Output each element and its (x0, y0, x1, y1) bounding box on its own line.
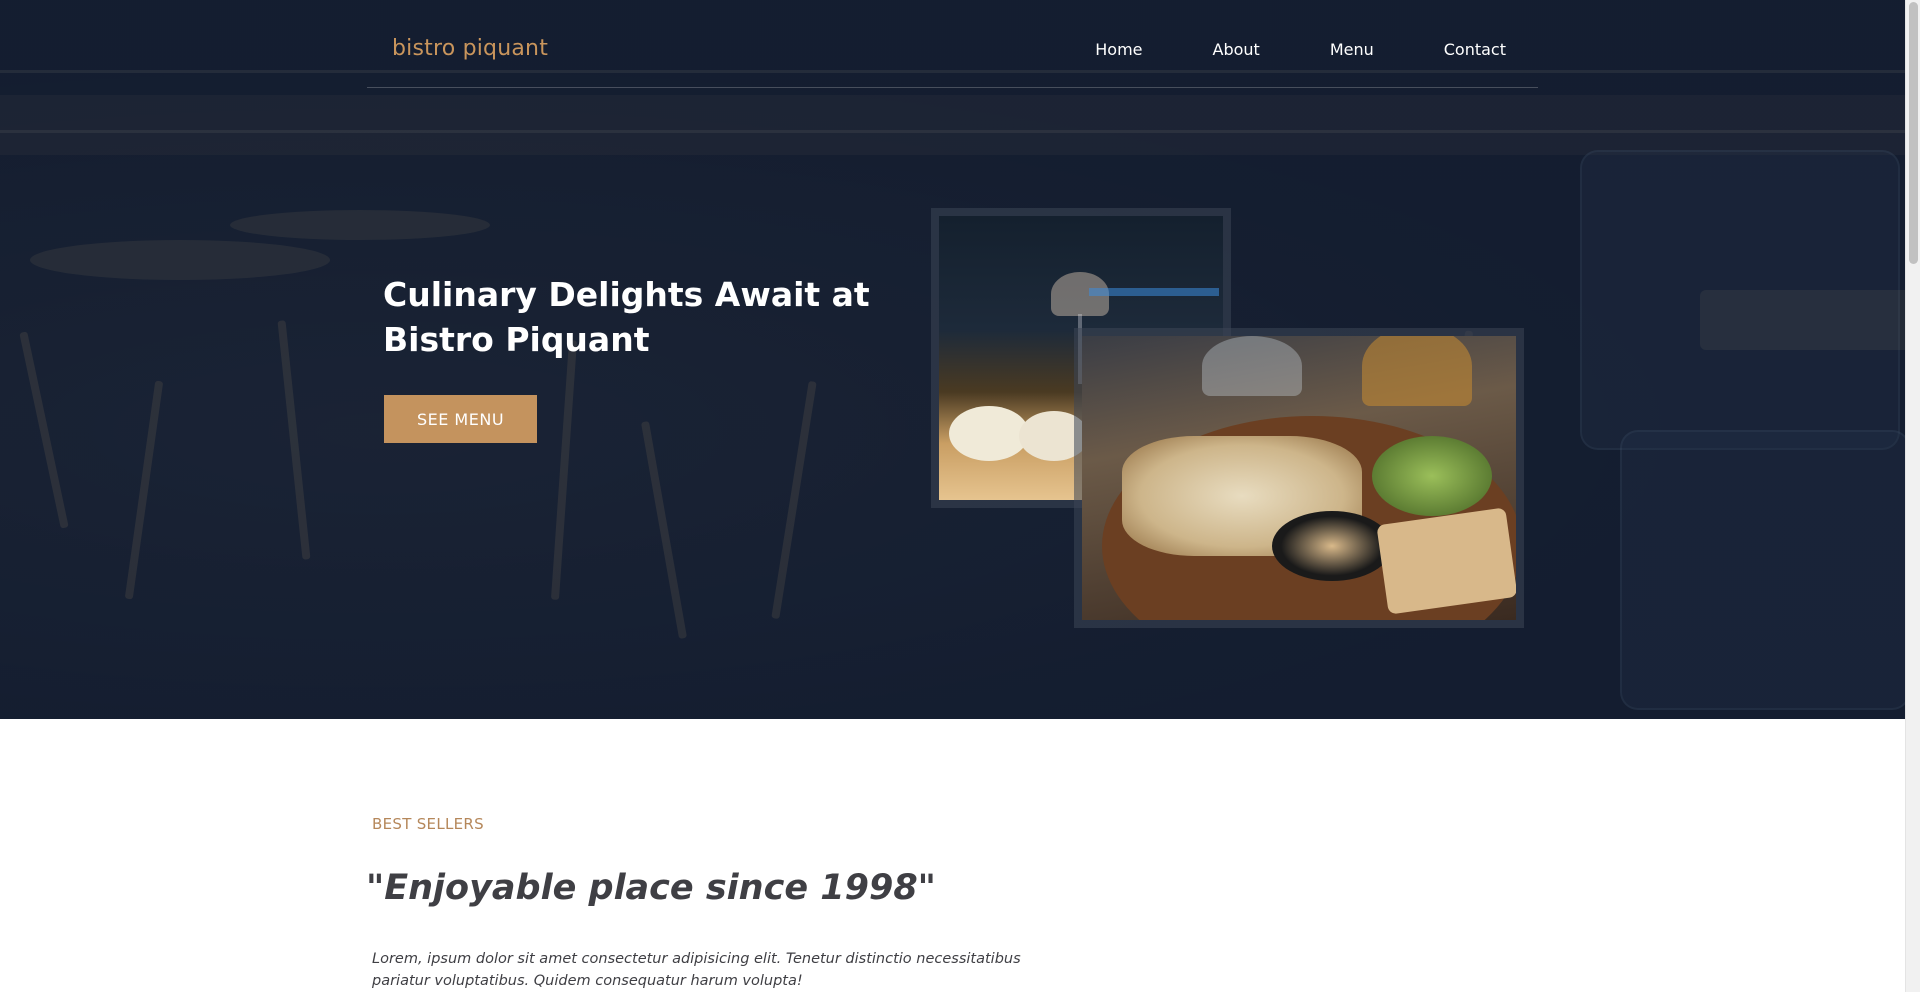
beer-glass-shape (1362, 336, 1472, 406)
nav-home[interactable]: Home (1095, 40, 1142, 59)
sauce-bowl-shape (1272, 511, 1392, 581)
site-header: bistro piquant Home About Menu Contact (367, 0, 1538, 88)
site-logo[interactable]: bistro piquant (392, 36, 548, 61)
nav-contact[interactable]: Contact (1444, 40, 1506, 59)
bg-wall (0, 95, 1905, 155)
nav-about[interactable]: About (1213, 40, 1260, 59)
section-eyebrow: BEST SELLERS (372, 815, 484, 833)
salad-shape (1372, 436, 1492, 516)
dish-shape (949, 406, 1029, 461)
bg-chair-leg (277, 320, 311, 560)
see-menu-button[interactable]: SEE MENU (384, 395, 537, 443)
bg-table (1700, 290, 1905, 350)
bg-chair-leg (640, 420, 688, 640)
section-paragraph: Lorem, ipsum dolor sit amet consectetur … (372, 951, 1021, 989)
hero-section: bistro piquant Home About Menu Contact C… (0, 0, 1905, 719)
bg-table (30, 240, 330, 280)
section-quote: "Enjoyable place since 1998" (366, 868, 936, 908)
nav-menu[interactable]: Menu (1330, 40, 1374, 59)
bread-shape (1376, 507, 1516, 615)
bg-table (230, 210, 490, 240)
bg-chair-leg (124, 380, 164, 600)
hero-title: Culinary Delights Await at Bistro Piquan… (383, 275, 870, 359)
bar-light-shape (1089, 288, 1219, 296)
bg-chair-leg (19, 331, 69, 529)
bg-chair-leg (550, 340, 578, 600)
page-scrollbar[interactable] (1905, 0, 1920, 992)
bg-chair-leg (771, 380, 817, 620)
scrollbar-thumb[interactable] (1909, 2, 1918, 264)
bg-booth (1620, 430, 1905, 710)
food-plate-image (1082, 336, 1516, 620)
main-nav: Home About Menu Contact (1095, 40, 1506, 59)
glass-shape (1202, 336, 1302, 396)
